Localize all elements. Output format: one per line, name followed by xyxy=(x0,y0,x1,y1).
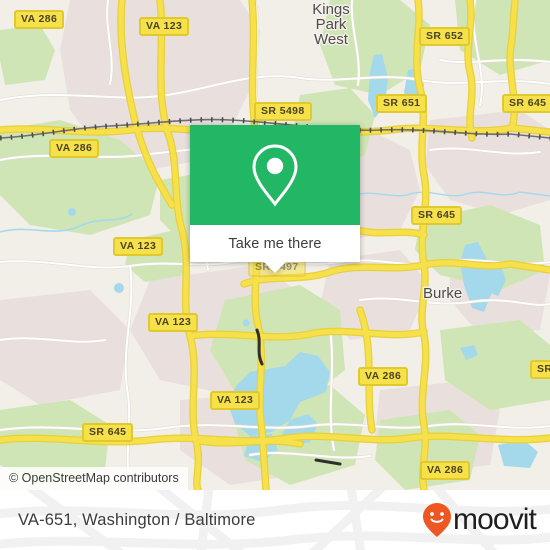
footer-content: VA-651, Washington / Baltimore moovit xyxy=(0,490,550,550)
place-label-burke: Burke xyxy=(423,285,463,302)
place-label-kings-park-west: Kings Park West xyxy=(312,1,350,48)
moovit-wordmark: moovit xyxy=(453,503,537,536)
moovit-pin-smiley-icon xyxy=(423,503,452,537)
footer-bar: VA-651, Washington / Baltimore moovit xyxy=(0,490,550,550)
shield-sr-5498: SR 5498 xyxy=(254,102,312,121)
callout-icon-area xyxy=(190,125,360,225)
callout-pointer xyxy=(264,262,286,273)
shield-sr-645-sw: SR 645 xyxy=(82,423,134,442)
location-title: VA-651, Washington / Baltimore xyxy=(18,510,256,529)
shield-va-286-w: VA 286 xyxy=(49,139,100,158)
shield-va-286-s: VA 286 xyxy=(420,461,471,480)
moovit-logo[interactable]: moovit xyxy=(422,502,537,538)
shield-va-123-s: VA 123 xyxy=(210,391,261,410)
callout-label-area: Take me there xyxy=(190,225,360,262)
shield-va-286-se: VA 286 xyxy=(358,367,409,386)
osm-attribution[interactable]: © OpenStreetMap contributors xyxy=(0,467,188,490)
map-pin-icon xyxy=(252,144,298,207)
shield-va-123-w: VA 123 xyxy=(113,237,164,256)
shield-sr-652: SR 652 xyxy=(419,27,471,46)
shield-va-123-n: VA 123 xyxy=(139,17,190,36)
map-canvas[interactable]: Kings Park West Burke VA 286 VA 123 SR 6… xyxy=(0,0,550,490)
take-me-there-callout[interactable]: Take me there xyxy=(190,125,360,273)
shield-va-286-nw: VA 286 xyxy=(14,10,65,29)
shield-sr-645-e: SR 645 xyxy=(411,206,463,225)
moovit-map-screen: Kings Park West Burke VA 286 VA 123 SR 6… xyxy=(0,0,550,550)
take-me-there-label: Take me there xyxy=(228,235,322,252)
shield-sr-651: SR 651 xyxy=(376,94,428,113)
shield-va-123-c: VA 123 xyxy=(148,313,199,332)
shield-sr-edge: SR xyxy=(530,360,550,379)
shield-sr-645-ne: SR 645 xyxy=(502,94,550,113)
